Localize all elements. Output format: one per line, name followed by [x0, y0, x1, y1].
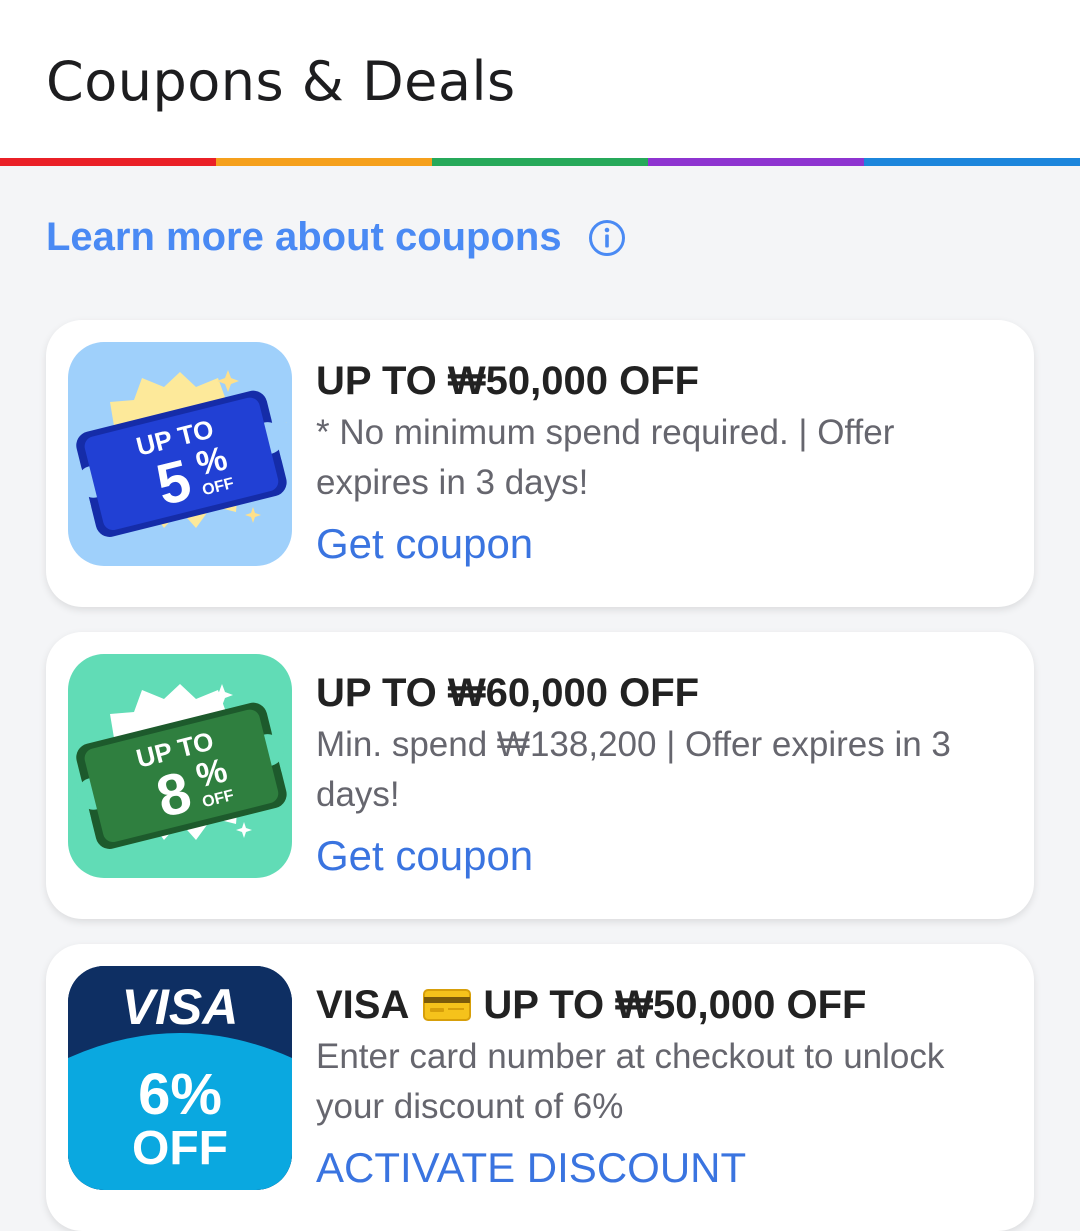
- coupon-title: VISA UP TO ₩50,000 OFF: [316, 982, 1016, 1028]
- coupon-text: UP TO ₩50,000 OFF * No minimum spend req…: [316, 358, 1016, 570]
- coupon-card[interactable]: UP TO 5 % OFF UP TO ₩50,000 OFF * No min…: [46, 320, 1034, 607]
- app-header: Coupons & Deals: [0, 0, 1080, 158]
- credit-card-icon: [423, 989, 472, 1021]
- page-title: Coupons & Deals: [46, 50, 516, 113]
- coupon-title-brand: VISA: [316, 983, 410, 1027]
- badge-off-text: OFF: [132, 1122, 228, 1175]
- learn-more-row[interactable]: Learn more about coupons: [46, 215, 626, 260]
- activate-discount-button[interactable]: ACTIVATE DISCOUNT: [316, 1142, 1016, 1194]
- coupon-title: UP TO ₩60,000 OFF: [316, 671, 700, 715]
- coupon-description: * No minimum spend required. | Offer exp…: [316, 413, 895, 502]
- divider-green: [432, 158, 648, 166]
- coupon-description: Min. spend ₩138,200 | Offer expires in 3…: [316, 725, 951, 814]
- info-icon[interactable]: [588, 219, 626, 257]
- coupon-5-percent-image: UP TO 5 % OFF: [68, 342, 292, 566]
- divider-orange: [216, 158, 432, 166]
- badge-value-text: 6%: [138, 1062, 222, 1127]
- get-coupon-button[interactable]: Get coupon: [316, 518, 1016, 570]
- divider-blue: [864, 158, 1080, 166]
- coupon-card[interactable]: UP TO 8 % OFF UP TO ₩60,000 OFF Min. spe…: [46, 632, 1034, 919]
- learn-more-link[interactable]: Learn more about coupons: [46, 215, 562, 260]
- coupon-text: UP TO ₩60,000 OFF Min. spend ₩138,200 | …: [316, 670, 1016, 882]
- coupon-description: Enter card number at checkout to unlock …: [316, 1037, 945, 1126]
- visa-6-percent-image: VISA 6% OFF: [68, 966, 292, 1190]
- coupon-title: UP TO ₩50,000 OFF: [316, 359, 700, 403]
- rainbow-divider: [0, 158, 1080, 166]
- coupon-title-text: UP TO ₩50,000 OFF: [483, 983, 867, 1027]
- badge-visa-text: VISA: [122, 979, 239, 1035]
- get-coupon-button[interactable]: Get coupon: [316, 830, 1016, 882]
- coupon-text: VISA UP TO ₩50,000 OFF Enter card number…: [316, 982, 1016, 1194]
- visa-coupon-card[interactable]: VISA 6% OFF VISA UP TO ₩50,000 OFF Enter…: [46, 944, 1034, 1231]
- divider-purple: [648, 158, 864, 166]
- coupon-8-percent-image: UP TO 8 % OFF: [68, 654, 292, 878]
- divider-red: [0, 158, 216, 166]
